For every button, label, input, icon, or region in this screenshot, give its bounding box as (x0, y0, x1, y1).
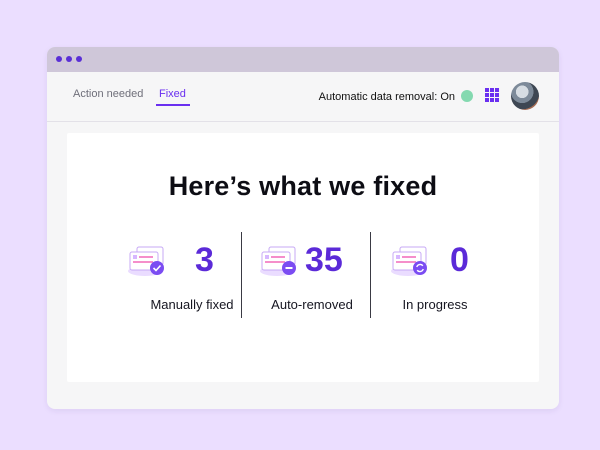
auto-removal-status-label: Automatic data removal: On (318, 91, 455, 103)
window-dot-1 (56, 56, 62, 62)
stat-label-in-progress: In progress (402, 297, 468, 312)
stat-label-manually-fixed: Manually fixed (150, 297, 234, 312)
apps-grid-icon[interactable] (485, 88, 499, 102)
user-avatar[interactable] (511, 82, 539, 110)
results-card: Here’s what we fixed 3 Manually fixed 35… (67, 133, 539, 382)
status-on-indicator (461, 90, 473, 102)
stat-in-progress: 0 In progress (370, 233, 500, 323)
window-dot-3 (76, 56, 82, 62)
tab-action-needed[interactable]: Action needed (73, 88, 143, 100)
page-title: Here’s what we fixed (168, 171, 438, 201)
app-window: Action needed Fixed Automatic data remov… (47, 47, 559, 409)
top-bar: Action needed Fixed Automatic data remov… (47, 72, 559, 122)
stat-value-auto-removed: 35 (305, 241, 343, 279)
check-badge-icon (128, 246, 164, 276)
stat-value-in-progress: 0 (450, 241, 469, 279)
minus-badge-icon (260, 246, 296, 276)
tab-fixed[interactable]: Fixed (159, 88, 186, 100)
title-bar (47, 47, 559, 72)
stat-value-manually-fixed: 3 (195, 241, 214, 279)
stat-manually-fixed: 3 Manually fixed (127, 233, 257, 323)
stat-auto-removed: 35 Auto-removed (247, 233, 377, 323)
stat-divider-1 (241, 232, 242, 318)
active-tab-indicator (156, 104, 190, 106)
stat-label-auto-removed: Auto-removed (271, 297, 353, 312)
sync-badge-icon (391, 246, 427, 276)
window-dot-2 (66, 56, 72, 62)
